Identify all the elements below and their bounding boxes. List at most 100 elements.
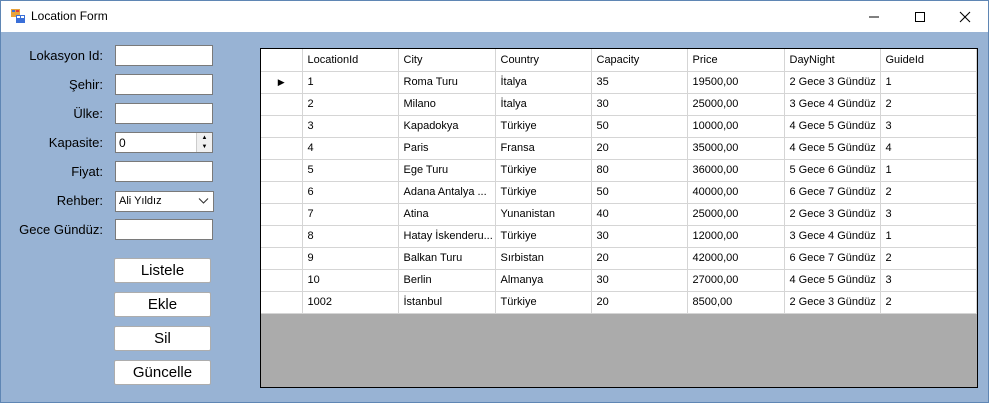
cell-city[interactable]: Hatay İskenderu... (398, 225, 496, 248)
cell-location-id[interactable]: 6 (302, 181, 399, 204)
cell-country[interactable]: Yunanistan (495, 203, 592, 226)
cell-country[interactable]: Fransa (495, 137, 592, 160)
row-header[interactable] (261, 181, 303, 204)
cell-location-id[interactable]: 8 (302, 225, 399, 248)
cell-price[interactable]: 36000,00 (687, 159, 785, 182)
cell-day-night[interactable]: 6 Gece 7 Gündüz (784, 247, 881, 270)
column-header-guide-id[interactable]: GuideId (880, 49, 977, 72)
cell-day-night[interactable]: 2 Gece 3 Gündüz (784, 291, 881, 314)
cell-location-id[interactable]: 3 (302, 115, 399, 138)
price-input[interactable] (115, 161, 213, 182)
cell-guide-id[interactable]: 2 (880, 247, 977, 270)
cell-city[interactable]: Adana Antalya ... (398, 181, 496, 204)
cell-country[interactable]: Türkiye (495, 291, 592, 314)
delete-button[interactable]: Sil (114, 326, 211, 351)
cell-day-night[interactable]: 6 Gece 7 Gündüz (784, 181, 881, 204)
list-button[interactable]: Listele (114, 258, 211, 283)
spin-down-icon[interactable]: ▼ (197, 142, 212, 151)
cell-guide-id[interactable]: 3 (880, 269, 977, 292)
cell-price[interactable]: 40000,00 (687, 181, 785, 204)
cell-capacity[interactable]: 30 (591, 93, 688, 116)
cell-price[interactable]: 12000,00 (687, 225, 785, 248)
cell-guide-id[interactable]: 1 (880, 225, 977, 248)
cell-location-id[interactable]: 1 (302, 71, 399, 94)
cell-price[interactable]: 19500,00 (687, 71, 785, 94)
title-bar[interactable]: Location Form (1, 1, 988, 32)
cell-price[interactable]: 35000,00 (687, 137, 785, 160)
cell-location-id[interactable]: 10 (302, 269, 399, 292)
column-header-location-id[interactable]: LocationId (302, 49, 399, 72)
capacity-stepper[interactable]: 0 ▲ ▼ (115, 132, 213, 153)
table-row[interactable]: 7 Atina Yunanistan 40 25000,00 2 Gece 3 Gündü… (261, 203, 977, 226)
row-header[interactable] (261, 203, 303, 226)
cell-price[interactable]: 27000,00 (687, 269, 785, 292)
cell-country[interactable]: Almanya (495, 269, 592, 292)
column-header-country[interactable]: Country (495, 49, 592, 72)
cell-country[interactable]: Türkiye (495, 225, 592, 248)
cell-price[interactable]: 8500,00 (687, 291, 785, 314)
cell-day-night[interactable]: 4 Gece 5 Gündüz (784, 115, 881, 138)
cell-location-id[interactable]: 5 (302, 159, 399, 182)
cell-day-night[interactable]: 2 Gece 3 Gündüz (784, 71, 881, 94)
cell-capacity[interactable]: 40 (591, 203, 688, 226)
cell-capacity[interactable]: 80 (591, 159, 688, 182)
cell-day-night[interactable]: 4 Gece 5 Gündüz (784, 137, 881, 160)
maximize-button[interactable] (897, 1, 943, 32)
cell-capacity[interactable]: 20 (591, 137, 688, 160)
column-header-price[interactable]: Price (687, 49, 785, 72)
locations-data-grid[interactable]: LocationId City Country Capacity Price D… (260, 48, 978, 388)
row-header[interactable] (261, 269, 303, 292)
cell-city[interactable]: Balkan Turu (398, 247, 496, 270)
table-row[interactable]: 6 Adana Antalya ... Türkiye 50 40000,00 6 Gec… (261, 181, 977, 204)
row-header[interactable] (261, 247, 303, 270)
row-header[interactable] (261, 159, 303, 182)
table-row[interactable]: 9 Balkan Turu Sırbistan 20 42000,00 6 Gece 7 … (261, 247, 977, 270)
cell-location-id[interactable]: 2 (302, 93, 399, 116)
cell-city[interactable]: Milano (398, 93, 496, 116)
row-header[interactable]: ▶ (261, 71, 303, 94)
column-header-capacity[interactable]: Capacity (591, 49, 688, 72)
country-input[interactable] (115, 103, 213, 124)
close-button[interactable] (942, 1, 988, 32)
cell-city[interactable]: Kapadokya (398, 115, 496, 138)
cell-country[interactable]: Sırbistan (495, 247, 592, 270)
update-button[interactable]: Güncelle (114, 360, 211, 385)
cell-price[interactable]: 10000,00 (687, 115, 785, 138)
table-row[interactable]: 5 Ege Turu Türkiye 80 36000,00 5 Gece 6 Gündü… (261, 159, 977, 182)
cell-guide-id[interactable]: 3 (880, 203, 977, 226)
cell-day-night[interactable]: 5 Gece 6 Gündüz (784, 159, 881, 182)
cell-location-id[interactable]: 4 (302, 137, 399, 160)
column-header-city[interactable]: City (398, 49, 496, 72)
cell-capacity[interactable]: 35 (591, 71, 688, 94)
cell-country[interactable]: İtalya (495, 93, 592, 116)
cell-guide-id[interactable]: 4 (880, 137, 977, 160)
cell-city[interactable]: Berlin (398, 269, 496, 292)
table-row[interactable]: 1002 İstanbul Türkiye 20 8500,00 2 Gece 3 Gün… (261, 291, 977, 314)
cell-guide-id[interactable]: 1 (880, 159, 977, 182)
table-row[interactable]: 3 Kapadokya Türkiye 50 10000,00 4 Gece 5 Günd… (261, 115, 977, 138)
cell-location-id[interactable]: 7 (302, 203, 399, 226)
cell-city[interactable]: Paris (398, 137, 496, 160)
row-header[interactable] (261, 291, 303, 314)
table-row[interactable]: 4 Paris Fransa 20 35000,00 4 Gece 5 Gündüz 4 (261, 137, 977, 160)
cell-price[interactable]: 42000,00 (687, 247, 785, 270)
cell-day-night[interactable]: 3 Gece 4 Gündüz (784, 93, 881, 116)
minimize-button[interactable] (851, 1, 897, 32)
cell-guide-id[interactable]: 2 (880, 291, 977, 314)
table-row[interactable]: ▶ 1 Roma Turu İtalya 35 19500,00 2 Gece 3 Günd… (261, 71, 977, 94)
cell-location-id[interactable]: 1002 (302, 291, 399, 314)
cell-capacity[interactable]: 20 (591, 291, 688, 314)
cell-capacity[interactable]: 50 (591, 115, 688, 138)
row-header[interactable] (261, 137, 303, 160)
cell-day-night[interactable]: 4 Gece 5 Gündüz (784, 269, 881, 292)
day-night-input[interactable] (115, 219, 213, 240)
cell-capacity[interactable]: 30 (591, 225, 688, 248)
table-row[interactable]: 2 Milano İtalya 30 25000,00 3 Gece 4 Gündüz 2 (261, 93, 977, 116)
cell-city[interactable]: İstanbul (398, 291, 496, 314)
cell-price[interactable]: 25000,00 (687, 203, 785, 226)
add-button[interactable]: Ekle (114, 292, 211, 317)
column-header-day-night[interactable]: DayNight (784, 49, 881, 72)
cell-city[interactable]: Roma Turu (398, 71, 496, 94)
capacity-spin-buttons[interactable]: ▲ ▼ (196, 133, 212, 152)
cell-country[interactable]: Türkiye (495, 159, 592, 182)
